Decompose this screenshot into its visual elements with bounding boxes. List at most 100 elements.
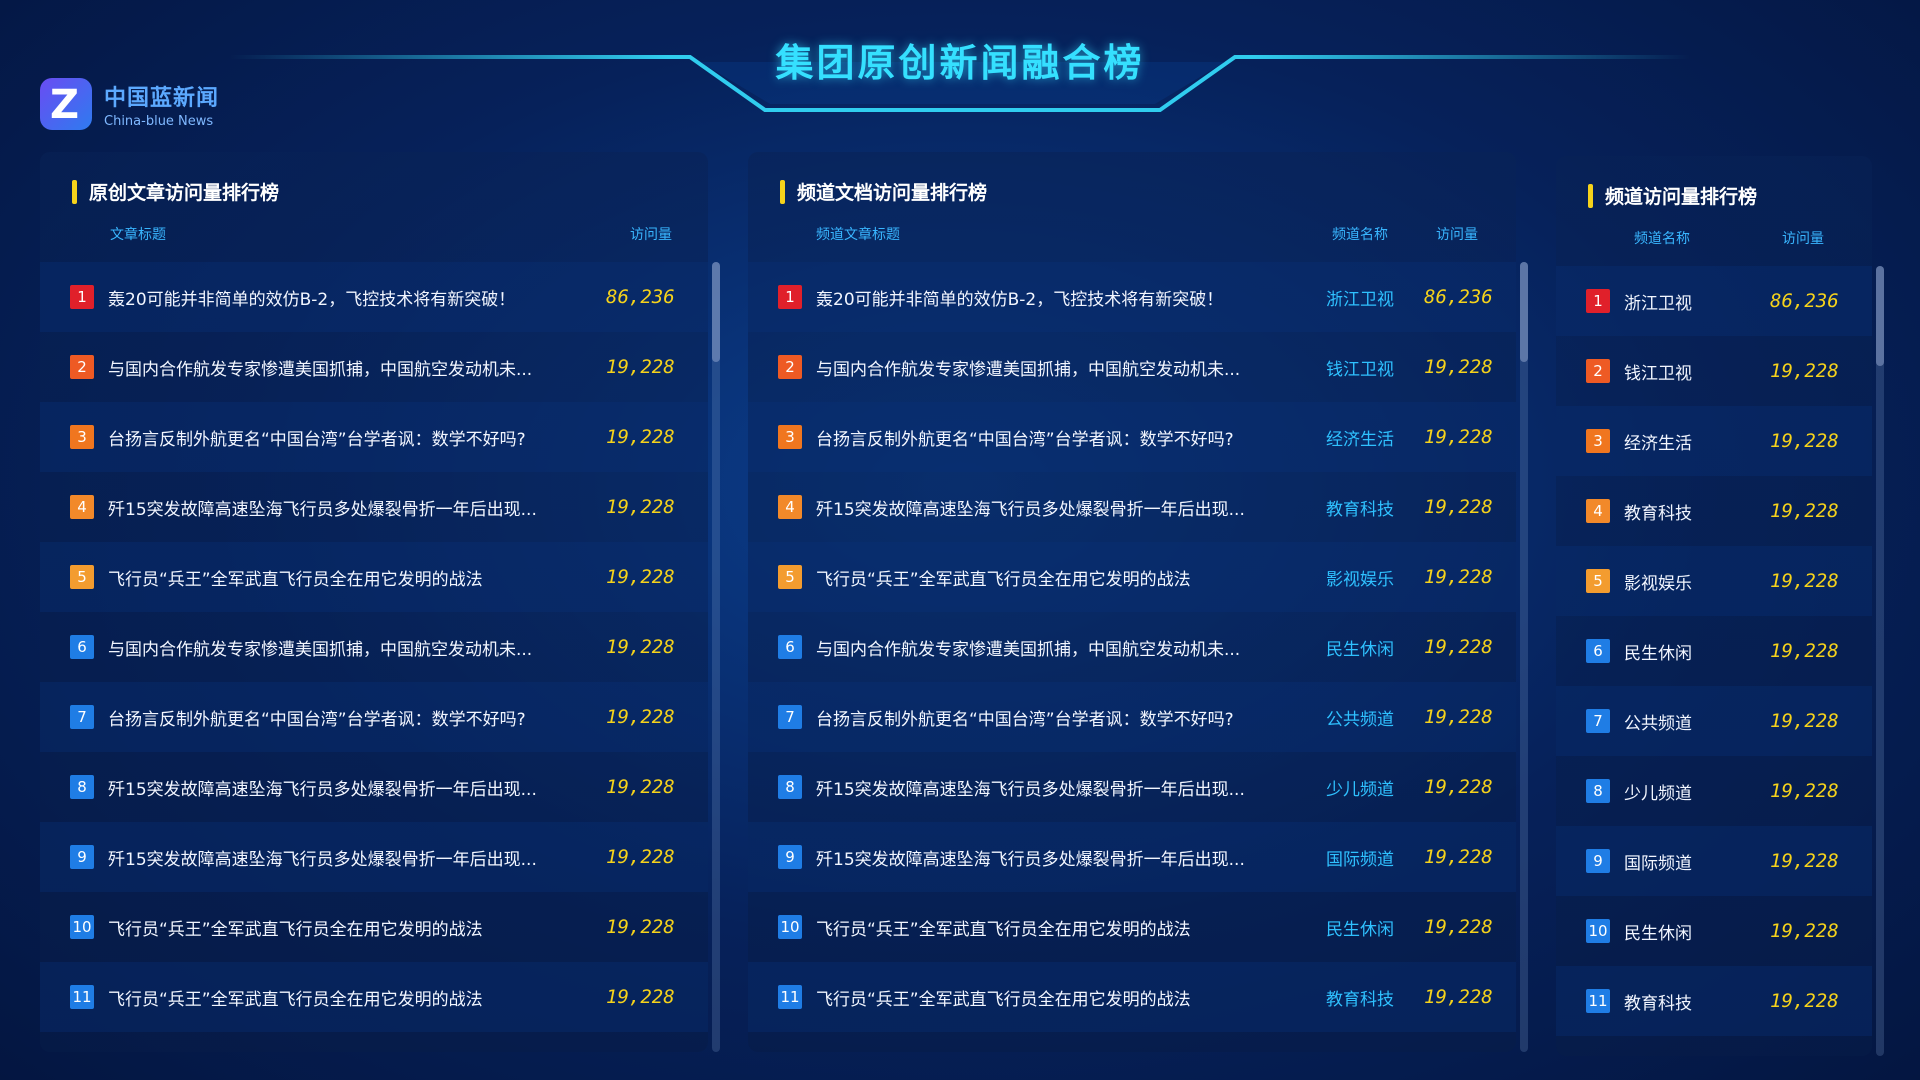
- channel-name: 民生休闲: [1624, 923, 1692, 944]
- article-title: 飞行员“兵王”全军武直飞行员全在用它发明的战法: [108, 919, 483, 940]
- table-row[interactable]: 11 飞行员“兵王”全军武直飞行员全在用它发明的战法 教育科技 19,228: [748, 962, 1516, 1032]
- channel-name: 教育科技: [1326, 499, 1394, 520]
- rank-badge: 10: [70, 915, 94, 939]
- visit-count: 19,228: [606, 846, 675, 868]
- table-row[interactable]: 6 民生休闲 19,228: [1556, 616, 1872, 686]
- page-title: 集团原创新闻融合榜: [775, 41, 1145, 85]
- visit-count: 19,228: [606, 426, 675, 448]
- channel-name: 钱江卫视: [1326, 359, 1394, 380]
- column-header-channel: 频道名称: [1634, 231, 1690, 247]
- channel-document-ranking-panel: 频道文档访问量排行榜 频道文章标题 频道名称 访问量 1 轰20可能并非简单的效仿…: [748, 152, 1528, 1052]
- article-title: 飞行员“兵王”全军武直飞行员全在用它发明的战法: [108, 989, 483, 1010]
- table-row[interactable]: 10 飞行员“兵王”全军武直飞行员全在用它发明的战法 19,228: [40, 892, 708, 962]
- channel-name: 教育科技: [1326, 989, 1394, 1010]
- table-row[interactable]: 6 与国内合作航发专家惨遭美国抓捕，中国航空发动机未... 19,228: [40, 612, 708, 682]
- table-row[interactable]: 2 钱江卫视 19,228: [1556, 336, 1872, 406]
- table-row[interactable]: 4 歼15突发故障高速坠海飞行员多处爆裂骨折一年后出现... 教育科技 19,228: [748, 472, 1516, 542]
- rank-badge: 10: [778, 915, 802, 939]
- visit-count: 19,228: [1770, 570, 1839, 592]
- rank-badge: 8: [70, 775, 94, 799]
- table-row[interactable]: 11 飞行员“兵王”全军武直飞行员全在用它发明的战法 19,228: [40, 962, 708, 1032]
- visit-count: 19,228: [1424, 356, 1493, 378]
- table-row[interactable]: 8 歼15突发故障高速坠海飞行员多处爆裂骨折一年后出现... 19,228: [40, 752, 708, 822]
- scrollbar-thumb[interactable]: [1520, 262, 1528, 362]
- table-row[interactable]: 7 公共频道 19,228: [1556, 686, 1872, 756]
- table-row[interactable]: 1 浙江卫视 86,236: [1556, 266, 1872, 336]
- scrollbar[interactable]: [712, 262, 720, 1052]
- table-row[interactable]: 3 经济生活 19,228: [1556, 406, 1872, 476]
- article-title: 台扬言反制外航更名“中国台湾”台学者讽：数学不好吗?: [816, 709, 1234, 730]
- table-row[interactable]: 10 民生休闲 19,228: [1556, 896, 1872, 966]
- table-row[interactable]: 2 与国内合作航发专家惨遭美国抓捕，中国航空发动机未... 19,228: [40, 332, 708, 402]
- table-row[interactable]: 7 台扬言反制外航更名“中国台湾”台学者讽：数学不好吗? 19,228: [40, 682, 708, 752]
- scrollbar-thumb[interactable]: [1876, 266, 1884, 366]
- article-title: 轰20可能并非简单的效仿B-2，飞控技术将有新突破！: [816, 289, 1224, 310]
- visit-count: 19,228: [1424, 916, 1493, 938]
- visit-count: 19,228: [1770, 430, 1839, 452]
- article-title: 飞行员“兵王”全军武直飞行员全在用它发明的战法: [816, 989, 1191, 1010]
- visit-count: 19,228: [1424, 776, 1493, 798]
- table-row[interactable]: 5 飞行员“兵王”全军武直飞行员全在用它发明的战法 19,228: [40, 542, 708, 612]
- table-row[interactable]: 2 与国内合作航发专家惨遭美国抓捕，中国航空发动机未... 钱江卫视 19,228: [748, 332, 1516, 402]
- table-row[interactable]: 3 台扬言反制外航更名“中国台湾”台学者讽：数学不好吗? 19,228: [40, 402, 708, 472]
- article-title: 台扬言反制外航更名“中国台湾”台学者讽：数学不好吗?: [816, 429, 1234, 450]
- visit-count: 19,228: [606, 986, 675, 1008]
- table-row[interactable]: 9 歼15突发故障高速坠海飞行员多处爆裂骨折一年后出现... 国际频道 19,228: [748, 822, 1516, 892]
- table-row[interactable]: 1 轰20可能并非简单的效仿B-2，飞控技术将有新突破！ 浙江卫视 86,236: [748, 262, 1516, 332]
- scrollbar-thumb[interactable]: [712, 262, 720, 362]
- channel-name: 经济生活: [1624, 433, 1692, 454]
- table-row[interactable]: 8 歼15突发故障高速坠海飞行员多处爆裂骨折一年后出现... 少儿频道 19,228: [748, 752, 1516, 822]
- table-row[interactable]: 9 国际频道 19,228: [1556, 826, 1872, 896]
- article-title: 歼15突发故障高速坠海飞行员多处爆裂骨折一年后出现...: [108, 499, 537, 520]
- table-row[interactable]: 8 少儿频道 19,228: [1556, 756, 1872, 826]
- rank-badge: 4: [1586, 499, 1610, 523]
- table-row[interactable]: 6 与国内合作航发专家惨遭美国抓捕，中国航空发动机未... 民生休闲 19,228: [748, 612, 1516, 682]
- rank-badge: 6: [70, 635, 94, 659]
- channel-name: 民生休闲: [1326, 919, 1394, 940]
- channel-name: 少儿频道: [1326, 779, 1394, 800]
- channel-name: 影视娱乐: [1326, 569, 1394, 590]
- rank-badge: 6: [1586, 639, 1610, 663]
- channel-name: 影视娱乐: [1624, 573, 1692, 594]
- rank-badge: 9: [778, 845, 802, 869]
- table-row[interactable]: 4 教育科技 19,228: [1556, 476, 1872, 546]
- visit-count: 19,228: [606, 916, 675, 938]
- channel-name: 浙江卫视: [1326, 289, 1394, 310]
- scrollbar[interactable]: [1520, 262, 1528, 1052]
- article-list: 1 轰20可能并非简单的效仿B-2，飞控技术将有新突破！ 86,236 2 与国内合作航…: [40, 262, 708, 1032]
- rank-badge: 11: [1586, 989, 1610, 1013]
- panel-title: 频道访问量排行榜: [1588, 182, 1757, 209]
- table-row[interactable]: 5 飞行员“兵王”全军武直飞行员全在用它发明的战法 影视娱乐 19,228: [748, 542, 1516, 612]
- visit-count: 19,228: [1770, 990, 1839, 1012]
- rank-badge: 6: [778, 635, 802, 659]
- channel-name: 经济生活: [1326, 429, 1394, 450]
- panel-title: 频道文档访问量排行榜: [780, 178, 987, 205]
- rank-badge: 8: [778, 775, 802, 799]
- article-title: 飞行员“兵王”全军武直飞行员全在用它发明的战法: [108, 569, 483, 590]
- table-row[interactable]: 4 歼15突发故障高速坠海飞行员多处爆裂骨折一年后出现... 19,228: [40, 472, 708, 542]
- rank-badge: 10: [1586, 919, 1610, 943]
- visit-count: 19,228: [1424, 496, 1493, 518]
- visit-count: 19,228: [1424, 706, 1493, 728]
- table-row[interactable]: 7 台扬言反制外航更名“中国台湾”台学者讽：数学不好吗? 公共频道 19,228: [748, 682, 1516, 752]
- scrollbar[interactable]: [1876, 266, 1884, 1056]
- visit-count: 86,236: [1424, 286, 1493, 308]
- rank-badge: 5: [70, 565, 94, 589]
- table-row[interactable]: 3 台扬言反制外航更名“中国台湾”台学者讽：数学不好吗? 经济生活 19,228: [748, 402, 1516, 472]
- channel-name: 教育科技: [1624, 503, 1692, 524]
- rank-badge: 2: [70, 355, 94, 379]
- table-row[interactable]: 10 飞行员“兵王”全军武直飞行员全在用它发明的战法 民生休闲 19,228: [748, 892, 1516, 962]
- table-row[interactable]: 11 教育科技 19,228: [1556, 966, 1872, 1036]
- channel-name: 钱江卫视: [1624, 363, 1692, 384]
- rank-badge: 4: [70, 495, 94, 519]
- table-row[interactable]: 5 影视娱乐 19,228: [1556, 546, 1872, 616]
- rank-badge: 7: [1586, 709, 1610, 733]
- column-header-channel: 频道名称: [1332, 227, 1388, 243]
- table-row[interactable]: 1 轰20可能并非简单的效仿B-2，飞控技术将有新突破！ 86,236: [40, 262, 708, 332]
- article-title: 歼15突发故障高速坠海飞行员多处爆裂骨折一年后出现...: [108, 779, 537, 800]
- rank-badge: 1: [70, 285, 94, 309]
- channel-name: 民生休闲: [1326, 639, 1394, 660]
- article-title: 与国内合作航发专家惨遭美国抓捕，中国航空发动机未...: [816, 639, 1241, 660]
- original-article-ranking-panel: 原创文章访问量排行榜 文章标题 访问量 1 轰20可能并非简单的效仿B-2，飞控技…: [40, 152, 720, 1052]
- table-row[interactable]: 9 歼15突发故障高速坠海飞行员多处爆裂骨折一年后出现... 19,228: [40, 822, 708, 892]
